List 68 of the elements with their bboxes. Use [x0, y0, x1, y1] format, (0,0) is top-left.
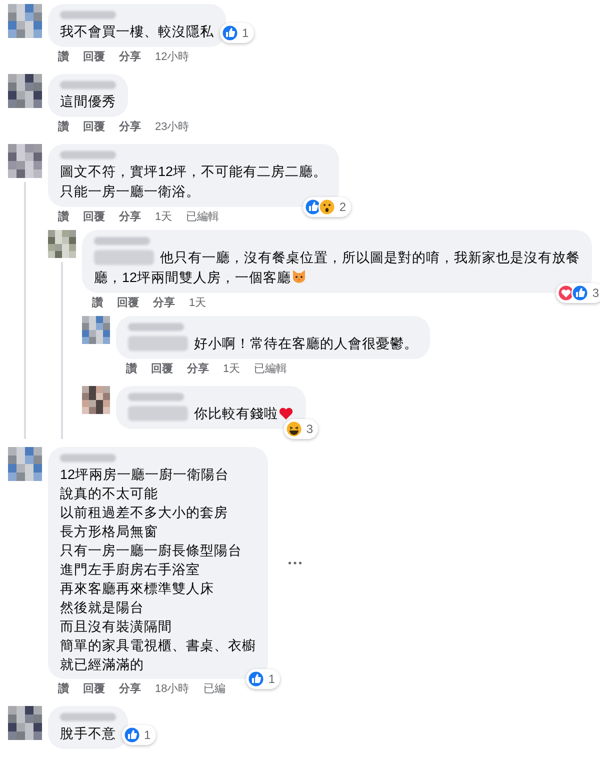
avatar-icon[interactable] — [8, 74, 42, 108]
action-link[interactable]: 分享 — [119, 209, 141, 226]
comment-text: 12坪兩房一廳一廚一衛陽台 — [60, 466, 230, 484]
avatar-icon[interactable] — [82, 316, 110, 344]
action-link[interactable]: 回覆 — [83, 119, 105, 136]
action-link[interactable]: 分享 — [187, 361, 209, 378]
action-link[interactable]: 回覆 — [83, 681, 105, 698]
comment-text: 這間優秀 — [60, 93, 116, 111]
edited-label: 已編輯 — [254, 362, 288, 377]
timestamp: 1天 — [155, 210, 172, 225]
comment-text: 簡單的家具電視櫃、書桌、衣櫥 — [60, 637, 256, 655]
blurred-name — [60, 151, 116, 159]
blurred-name — [60, 81, 116, 89]
edited-label: 已編 — [203, 682, 226, 697]
action-link[interactable]: 讚 — [92, 295, 103, 312]
blurred-name — [60, 11, 116, 19]
edited-label: 已編輯 — [186, 210, 220, 225]
comment-text: 只有一房一廳一廚長條型陽台 — [60, 542, 243, 560]
comment-text: 我不會買一樓、較沒隱私 — [60, 23, 214, 41]
more-icon[interactable] — [288, 561, 302, 565]
comment-text: 就已經滿滿的 — [60, 656, 145, 674]
reaction-badge[interactable]: 1 — [220, 22, 254, 42]
comment-text: 脫手不意 — [60, 725, 116, 743]
comment-text: 說真的不太可能 — [60, 485, 159, 503]
avatar-icon[interactable] — [8, 706, 42, 740]
action-link[interactable]: 回覆 — [83, 49, 105, 66]
reaction-badge[interactable]: 2 — [303, 197, 352, 217]
reaction-badge[interactable]: 1 — [246, 669, 280, 689]
action-link[interactable]: 讚 — [58, 119, 69, 136]
comment-text: 你比較有錢啦 — [128, 404, 294, 424]
action-link[interactable]: 分享 — [119, 119, 141, 136]
action-link[interactable]: 回覆 — [151, 361, 173, 378]
avatar-icon[interactable] — [82, 386, 110, 414]
action-link[interactable]: 讚 — [58, 209, 69, 226]
action-link[interactable]: 分享 — [153, 295, 175, 312]
comment-text: 好小啊！常待在客廳的人會很憂鬱。 — [128, 334, 418, 354]
blurred-name — [128, 393, 184, 401]
action-link[interactable]: 回覆 — [83, 209, 105, 226]
comment-text: 而且沒有裝潢隔間 — [60, 618, 173, 636]
comment-text: 長方形格局無窗 — [60, 523, 159, 541]
timestamp: 18小時 — [155, 682, 190, 697]
blurred-name — [94, 237, 150, 245]
avatar-icon[interactable] — [8, 4, 42, 38]
comment-text: 再來客廳再來標準雙人床 — [60, 580, 215, 598]
blurred-name — [60, 454, 116, 462]
comment-text: 圖文不符，實坪12坪，不可能有二房二廳。 — [60, 163, 328, 181]
action-link[interactable]: 分享 — [119, 681, 141, 698]
avatar-icon[interactable] — [8, 144, 42, 178]
action-link[interactable]: 分享 — [119, 49, 141, 66]
reaction-badge[interactable]: 1 — [122, 724, 156, 744]
reaction-badge[interactable]: 3 — [284, 419, 318, 439]
blurred-name — [60, 713, 116, 721]
timestamp: 23小時 — [155, 120, 190, 135]
comment-text: 進門左手廚房右手浴室 — [60, 561, 201, 579]
reaction-badge[interactable]: 3 — [556, 283, 600, 303]
action-link[interactable]: 讚 — [58, 681, 69, 698]
avatar-icon[interactable] — [48, 230, 76, 258]
timestamp: 1天 — [189, 296, 206, 311]
comment-text: 以前租過差不多大小的套房 — [60, 504, 229, 522]
comment-text: 然後就是陽台 — [60, 599, 145, 617]
timestamp: 12小時 — [155, 50, 190, 65]
blurred-name — [128, 323, 184, 331]
timestamp: 1天 — [223, 362, 240, 377]
comment-text: 只能一房一廳一衛浴。 — [60, 183, 201, 201]
action-link[interactable]: 讚 — [126, 361, 137, 378]
avatar-icon[interactable] — [8, 447, 42, 481]
action-link[interactable]: 回覆 — [117, 295, 139, 312]
action-link[interactable]: 讚 — [58, 49, 69, 66]
